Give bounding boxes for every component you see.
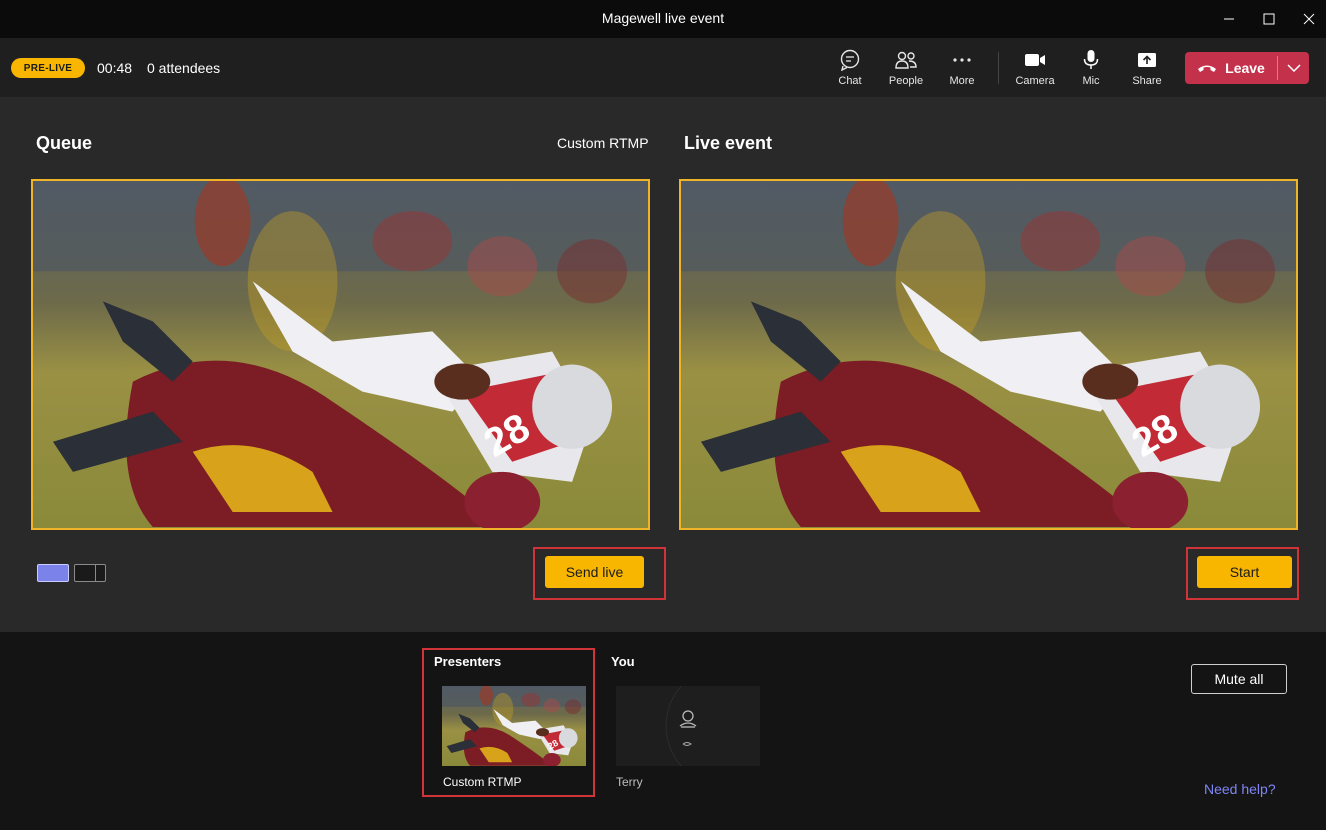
presenters-title: Presenters <box>434 654 502 669</box>
avatar <box>665 686 697 766</box>
presenter-video-feed <box>442 686 586 766</box>
event-timer: 00:48 <box>97 60 133 76</box>
mic-icon <box>1083 50 1099 69</box>
window-title: Magewell live event <box>601 10 725 26</box>
mic-button[interactable]: Mic <box>1065 48 1117 92</box>
you-name: Terry <box>616 775 643 789</box>
layout-divider <box>95 565 96 581</box>
queue-video-feed <box>33 181 648 528</box>
you-title: You <box>611 654 635 669</box>
chat-button[interactable]: Chat <box>824 48 876 92</box>
mic-label: Mic <box>1082 75 1100 87</box>
chat-icon <box>840 49 860 71</box>
queue-preview <box>31 179 650 530</box>
send-live-button[interactable]: Send live <box>545 556 644 588</box>
status-badge: PRE-LIVE <box>11 58 85 78</box>
camera-button[interactable]: Camera <box>1009 48 1061 92</box>
layout-side-by-side-button[interactable] <box>74 564 106 582</box>
toolbar-divider <box>998 52 999 84</box>
attendee-count: 0 attendees <box>147 60 221 76</box>
more-icon <box>953 58 971 62</box>
leave-options-button[interactable] <box>1278 52 1309 84</box>
you-thumbnail[interactable] <box>616 686 760 766</box>
mute-all-button[interactable]: Mute all <box>1191 664 1287 694</box>
minimize-icon <box>1224 18 1234 20</box>
share-label: Share <box>1132 75 1162 87</box>
presenter-thumbnail[interactable] <box>442 686 586 766</box>
presenter-name: Custom RTMP <box>443 775 522 789</box>
queue-title: Queue <box>36 133 93 153</box>
chevron-down-icon <box>1286 64 1301 72</box>
hang-up-icon <box>1198 65 1217 72</box>
title-bar: Magewell live event <box>0 0 1326 38</box>
close-icon <box>1303 13 1315 25</box>
meeting-toolbar: PRE-LIVE 00:48 0 attendees Chat People M… <box>0 38 1326 98</box>
people-button[interactable]: People <box>880 48 932 92</box>
share-icon <box>1138 53 1156 67</box>
leave-button-group: Leave <box>1185 52 1309 84</box>
live-event-title: Live event <box>684 133 773 153</box>
queue-source-label: Custom RTMP <box>557 135 649 151</box>
share-button[interactable]: Share <box>1121 48 1173 92</box>
live-video-feed <box>681 181 1296 528</box>
live-preview <box>679 179 1298 530</box>
people-label: People <box>888 75 924 87</box>
more-button[interactable]: More <box>936 48 988 92</box>
leave-button[interactable]: Leave <box>1185 52 1277 84</box>
maximize-icon <box>1263 13 1275 25</box>
leave-label: Leave <box>1225 60 1265 76</box>
people-icon <box>895 51 917 69</box>
layout-single-button[interactable] <box>37 564 69 582</box>
camera-label: Camera <box>1015 75 1055 87</box>
chat-label: Chat <box>838 75 862 87</box>
camera-icon <box>1025 54 1045 66</box>
close-button[interactable] <box>1286 0 1326 38</box>
need-help-link[interactable]: Need help? <box>1204 781 1276 797</box>
more-label: More <box>949 75 975 87</box>
start-button[interactable]: Start <box>1197 556 1292 588</box>
